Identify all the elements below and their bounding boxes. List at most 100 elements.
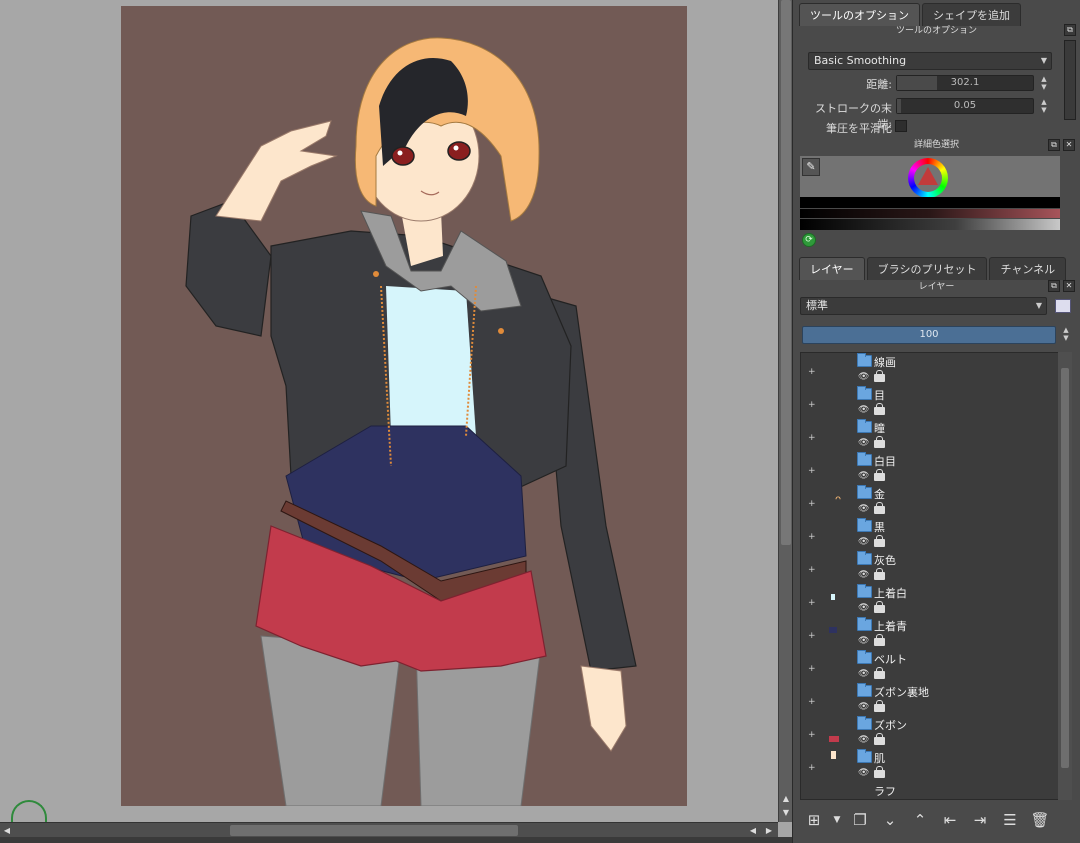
canvas-horizontal-scrollbar[interactable]: ◀ ◀ ▶ [0,822,778,837]
stroke-end-spin-icon[interactable]: ▲ ▼ [1038,98,1050,114]
move-layer-down-icon[interactable]: ⌄ [876,808,904,832]
layer-name[interactable]: 上着白 [874,585,907,601]
horizontal-scroll-thumb[interactable] [230,825,518,836]
refresh-icon[interactable]: ⟳ [802,233,816,247]
float-color-panel-icon[interactable]: ⧉ [1048,139,1060,151]
color-selector-area[interactable]: ✎ [800,156,1060,200]
expand-icon[interactable]: + [808,730,816,740]
color-history-bar-2[interactable] [800,209,1060,218]
layer-list[interactable]: + 線画 👁 + 目 👁 + 瞳 👁 + 白目 👁 + ᴖ 金 👁 + 黒 👁 … [800,352,1064,800]
expand-icon[interactable]: + [808,565,816,575]
visibility-eye-icon[interactable]: 👁 [858,768,869,778]
expand-icon[interactable]: + [808,763,816,773]
expand-icon[interactable]: + [808,598,816,608]
layer-name[interactable]: 灰色 [874,552,896,568]
visibility-eye-icon[interactable]: 👁 [858,372,869,382]
scroll-up-icon[interactable]: ▲ [779,792,793,806]
blend-mode-select[interactable]: 標準 ▼ [800,297,1047,315]
canvas-area[interactable] [0,0,778,822]
color-history-bar-3[interactable] [800,219,1060,230]
layer-row[interactable]: + 目 👁 [801,386,1057,419]
color-history-bar-1[interactable] [800,197,1060,208]
layer-row[interactable]: + 上着青 👁 [801,617,1057,650]
close-color-panel-icon[interactable]: ✕ [1063,139,1075,151]
expand-icon[interactable]: + [808,367,816,377]
color-wheel[interactable] [908,158,948,198]
visibility-eye-icon[interactable]: 👁 [858,570,869,580]
layer-row[interactable]: + ベルト 👁 [801,650,1057,683]
layer-name[interactable]: ベルト [874,651,907,667]
lock-icon[interactable] [874,766,885,778]
layer-name[interactable]: ラフ [874,783,896,799]
duplicate-layer-icon[interactable]: ❐ [846,808,874,832]
lock-icon[interactable] [874,436,885,448]
scroll-left-icon-2[interactable]: ◀ [746,823,760,838]
lock-icon[interactable] [874,700,885,712]
expand-icon[interactable]: + [808,664,816,674]
expand-icon[interactable]: + [808,697,816,707]
layer-name[interactable]: ズボン [874,717,907,733]
smoothing-mode-select[interactable]: Basic Smoothing ▼ [808,52,1052,70]
layer-row[interactable]: + 上着白 👁 [801,584,1057,617]
scroll-down-icon[interactable]: ▼ [779,806,793,820]
smooth-pressure-checkbox[interactable] [895,120,907,132]
distance-slider[interactable]: 302.1 [896,75,1034,91]
vertical-scroll-thumb[interactable] [781,0,791,545]
tab-tool-options[interactable]: ツールのオプション [799,3,920,26]
expand-icon[interactable]: + [808,400,816,410]
layer-row[interactable]: + 瞳 👁 [801,419,1057,452]
layer-name[interactable]: 金 [874,486,885,502]
visibility-eye-icon[interactable]: 👁 [858,636,869,646]
layer-settings-icon[interactable]: ☰ [996,808,1024,832]
opacity-spin-icon[interactable]: ▲ ▼ [1060,326,1072,342]
distance-spin-icon[interactable]: ▲ ▼ [1038,75,1050,91]
visibility-eye-icon[interactable]: 👁 [858,471,869,481]
lock-icon[interactable] [874,535,885,547]
eyedropper-icon[interactable]: ✎ [802,158,820,176]
layer-name[interactable]: 線画 [874,354,896,370]
lock-icon[interactable] [874,667,885,679]
artboard[interactable] [121,6,687,806]
float-layers-panel-icon[interactable]: ⧉ [1048,280,1060,292]
layer-properties-icon[interactable] [1055,299,1071,313]
delete-layer-icon[interactable]: 🗑 [1026,808,1054,832]
canvas-vertical-scrollbar[interactable]: ▲ ▼ [778,0,792,822]
layer-row[interactable]: + 肌 👁 [801,749,1057,782]
chevron-down-icon[interactable]: ▼ [830,808,844,832]
layer-name[interactable]: ズボン裏地 [874,684,929,700]
lock-icon[interactable] [874,568,885,580]
close-layers-panel-icon[interactable]: ✕ [1063,280,1075,292]
layer-row[interactable]: + ズボン裏地 👁 [801,683,1057,716]
stroke-end-slider[interactable]: 0.05 [896,98,1034,114]
visibility-eye-icon[interactable]: 👁 [858,702,869,712]
indent-layer-icon[interactable]: ⇤ [936,808,964,832]
layer-name[interactable]: 目 [874,387,885,403]
layer-name[interactable]: 上着青 [874,618,907,634]
lock-icon[interactable] [874,370,885,382]
layer-name[interactable]: 白目 [874,453,896,469]
visibility-eye-icon[interactable]: 👁 [858,603,869,613]
add-layer-icon[interactable]: ⊞ [800,808,828,832]
layer-row[interactable]: + 灰色 👁 [801,551,1057,584]
lock-icon[interactable] [874,733,885,745]
scroll-left-icon[interactable]: ◀ [0,823,14,838]
layer-row[interactable]: + 白目 👁 [801,452,1057,485]
expand-icon[interactable]: + [808,631,816,641]
visibility-eye-icon[interactable]: 👁 [858,438,869,448]
tab-channels[interactable]: チャンネル [989,257,1067,280]
lock-icon[interactable] [874,403,885,415]
lock-icon[interactable] [874,502,885,514]
layer-list-scrollbar[interactable] [1058,352,1072,800]
tab-layers[interactable]: レイヤー [799,257,865,280]
scroll-right-icon[interactable]: ▶ [762,823,776,838]
lock-icon[interactable] [874,601,885,613]
layer-name[interactable]: 黒 [874,519,885,535]
outdent-layer-icon[interactable]: ⇥ [966,808,994,832]
expand-icon[interactable]: + [808,532,816,542]
layer-row[interactable]: ラフ [801,782,1057,799]
expand-icon[interactable]: + [808,433,816,443]
visibility-eye-icon[interactable]: 👁 [858,504,869,514]
layer-scroll-thumb[interactable] [1061,368,1069,768]
layer-row[interactable]: + 線画 👁 [801,353,1057,386]
tab-add-shape[interactable]: シェイプを追加 [922,3,1021,26]
